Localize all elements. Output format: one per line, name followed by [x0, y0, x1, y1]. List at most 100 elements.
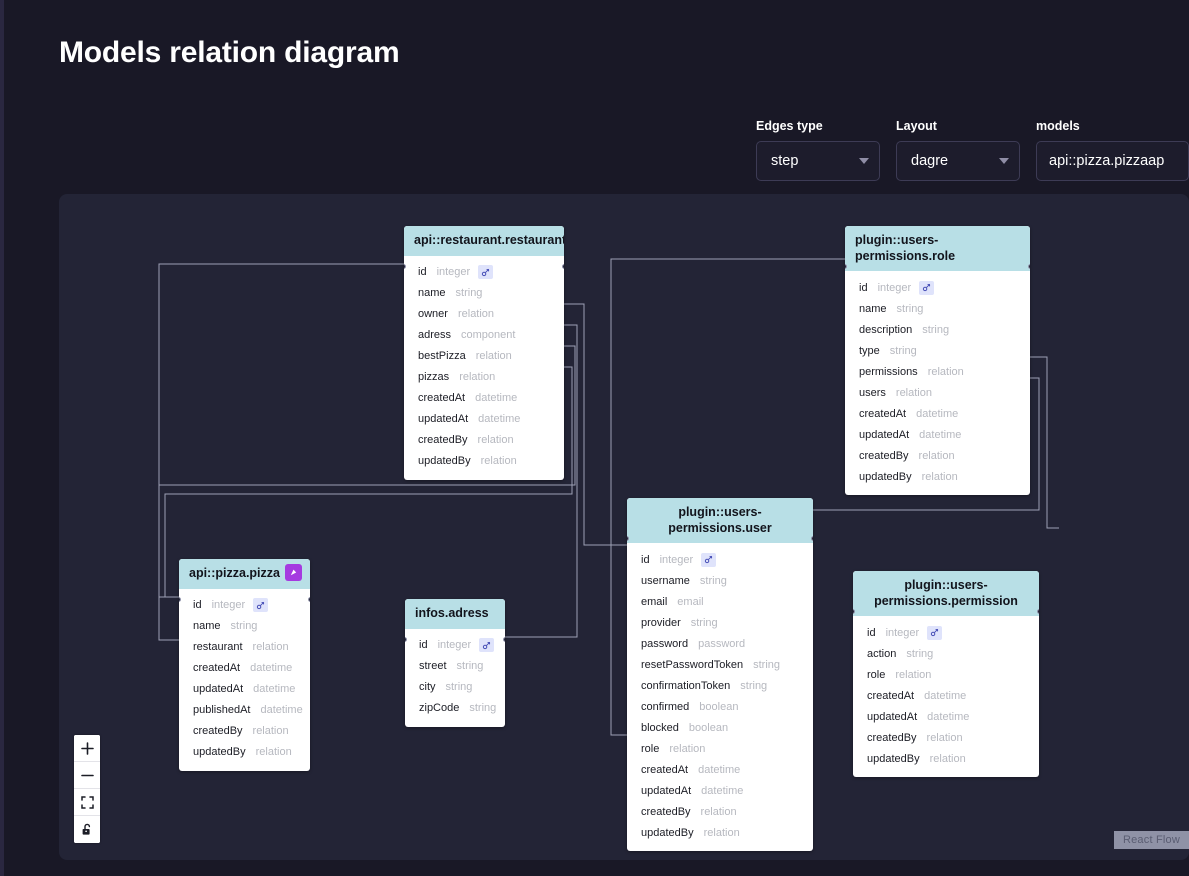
- field-row: publishedAtdatetime: [179, 700, 310, 721]
- node-header: plugin::users-permissions.role: [845, 226, 1030, 271]
- field-name: updatedAt: [641, 785, 691, 797]
- field-row: createdAtdatetime: [853, 685, 1039, 706]
- field-name: resetPasswordToken: [641, 659, 743, 671]
- field-type: password: [698, 638, 745, 650]
- field-row: citystring: [405, 677, 505, 698]
- zoom-in-button[interactable]: [74, 735, 100, 762]
- node-title: api::pizza.pizza: [189, 566, 280, 580]
- models-input[interactable]: api::pizza.pizzaap: [1036, 141, 1189, 181]
- edges-type-control: Edges type step: [756, 119, 880, 181]
- field-name: updatedBy: [418, 455, 471, 467]
- node-adress[interactable]: infos.adressidintegerstreetstringcitystr…: [405, 599, 505, 727]
- chevron-down-icon: [999, 158, 1009, 164]
- field-type: string: [890, 345, 917, 357]
- edges-type-label: Edges type: [756, 119, 880, 133]
- layout-control: Layout dagre: [896, 119, 1020, 181]
- connection-handle-right[interactable]: [1028, 264, 1030, 269]
- connection-handle-right[interactable]: [562, 264, 564, 269]
- field-row: updatedByrelation: [853, 748, 1039, 769]
- diagram-canvas[interactable]: api::restaurant.restaurantidintegernames…: [59, 194, 1189, 860]
- field-name: createdBy: [193, 725, 243, 737]
- primary-key-icon: [478, 265, 493, 279]
- edge[interactable]: [1030, 357, 1059, 528]
- node-fields: idintegerusernamestringemailemailprovide…: [627, 543, 813, 851]
- field-row: namestring: [179, 616, 310, 637]
- field-name: blocked: [641, 722, 679, 734]
- connection-handle-right[interactable]: [811, 536, 813, 541]
- field-name: createdBy: [418, 434, 468, 446]
- field-name: createdAt: [859, 408, 906, 420]
- field-name: createdAt: [641, 764, 688, 776]
- edges-type-select[interactable]: step: [756, 141, 880, 181]
- node-pizza[interactable]: api::pizza.pizzaidintegernamestringresta…: [179, 559, 310, 771]
- field-row: resetPasswordToken string: [627, 654, 813, 675]
- field-name: description: [859, 324, 912, 336]
- field-type: string: [753, 659, 780, 671]
- field-row: updatedByrelation: [179, 742, 310, 763]
- node-permission[interactable]: plugin::users-permissions.permissionidin…: [853, 571, 1039, 777]
- field-row: bestPizzarelation: [404, 346, 564, 367]
- field-row: createdByrelation: [853, 727, 1039, 748]
- layout-select[interactable]: dagre: [896, 141, 1020, 181]
- field-type: integer: [438, 639, 472, 651]
- field-row: blockedboolean: [627, 717, 813, 738]
- field-type: datetime: [916, 408, 958, 420]
- chevron-down-icon: [859, 158, 869, 164]
- zoom-out-button[interactable]: [74, 762, 100, 789]
- field-name: pizzas: [418, 371, 449, 383]
- left-accent-rail: [0, 0, 4, 876]
- field-row: ownerrelation: [404, 304, 564, 325]
- field-type: string: [456, 287, 483, 299]
- field-name: updatedAt: [859, 429, 909, 441]
- field-row: idinteger: [179, 595, 310, 616]
- field-type: integer: [212, 599, 246, 611]
- field-row: updatedAtdatetime: [404, 409, 564, 430]
- node-header: api::pizza.pizza: [179, 559, 310, 589]
- field-name: password: [641, 638, 688, 650]
- field-row: descriptionstring: [845, 319, 1030, 340]
- node-user[interactable]: plugin::users-permissions.useridintegeru…: [627, 498, 813, 851]
- edge[interactable]: [564, 304, 627, 545]
- fit-view-icon: [81, 796, 94, 809]
- node-restaurant[interactable]: api::restaurant.restaurantidintegernames…: [404, 226, 564, 480]
- field-row: updatedByrelation: [845, 466, 1030, 487]
- node-title: infos.adress: [415, 606, 489, 620]
- react-flow-attribution[interactable]: React Flow: [1114, 831, 1189, 849]
- field-type: relation: [478, 434, 514, 446]
- node-title: plugin::users-permissions.permission: [874, 578, 1018, 608]
- node-fields: idintegernamestringownerrelationadressco…: [404, 256, 564, 480]
- field-name: name: [859, 303, 887, 315]
- field-type: datetime: [927, 711, 969, 723]
- toggle-interactivity-button[interactable]: [74, 816, 100, 843]
- field-name: name: [193, 620, 221, 632]
- field-type: datetime: [250, 662, 292, 674]
- field-name: zipCode: [419, 702, 459, 714]
- field-row: adresscomponent: [404, 325, 564, 346]
- field-row: updatedByrelation: [404, 451, 564, 472]
- field-row: restaurantrelation: [179, 637, 310, 658]
- connection-handle-right[interactable]: [1037, 609, 1039, 614]
- field-name: publishedAt: [193, 704, 251, 716]
- pin-badge-icon[interactable]: [285, 564, 302, 581]
- node-fields: idintegernamestringdescriptionstringtype…: [845, 271, 1030, 495]
- field-type: string: [897, 303, 924, 315]
- field-type: relation: [476, 350, 512, 362]
- field-type: datetime: [478, 413, 520, 425]
- field-name: id: [859, 282, 868, 294]
- field-type: datetime: [475, 392, 517, 404]
- node-role[interactable]: plugin::users-permissions.roleidintegern…: [845, 226, 1030, 495]
- field-type: boolean: [699, 701, 738, 713]
- field-type: relation: [927, 732, 963, 744]
- node-header: plugin::users-permissions.permission: [853, 571, 1039, 616]
- connection-handle-right[interactable]: [308, 597, 310, 602]
- field-type: datetime: [919, 429, 961, 441]
- fit-view-button[interactable]: [74, 789, 100, 816]
- field-name: createdBy: [859, 450, 909, 462]
- field-type: component: [461, 329, 515, 341]
- field-row: updatedAtdatetime: [179, 679, 310, 700]
- connection-handle-right[interactable]: [503, 637, 505, 642]
- field-row: createdBy relation: [404, 430, 564, 451]
- field-row: namestring: [404, 283, 564, 304]
- primary-key-icon: [479, 638, 494, 652]
- field-type: relation: [458, 308, 494, 320]
